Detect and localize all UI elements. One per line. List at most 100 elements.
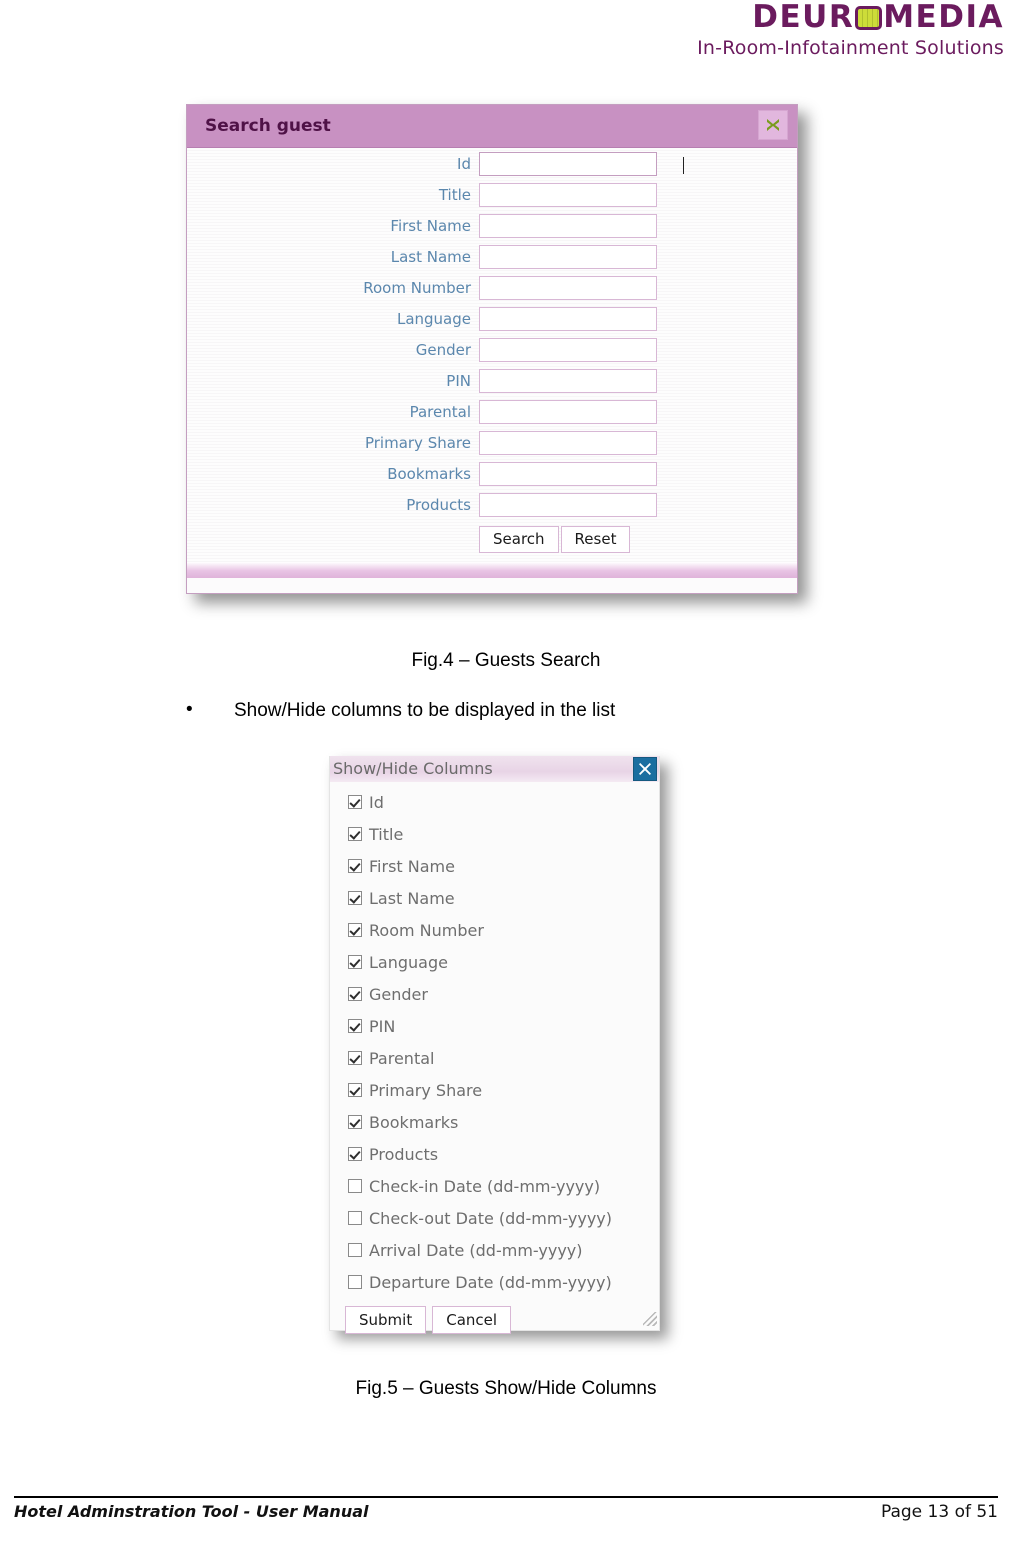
footer-page-number: Page 13 of 51 xyxy=(880,1502,998,1522)
column-checkbox-row[interactable]: Title xyxy=(348,818,659,850)
column-checkbox-row[interactable]: Arrival Date (dd-mm-yyyy) xyxy=(348,1234,659,1266)
page-footer: Hotel Adminstration Tool - User Manual P… xyxy=(0,1484,1012,1542)
show-hide-columns-dialog: Show/Hide Columns Id Title First Name La… xyxy=(329,756,660,1334)
search-dialog-footer-bar xyxy=(187,562,797,578)
brand-wordmark: DEUR MEDIA xyxy=(697,0,1004,34)
search-input-language[interactable] xyxy=(479,306,657,331)
checkbox-checked-icon[interactable] xyxy=(348,859,362,873)
form-row-parental: Parental xyxy=(187,396,797,427)
checkbox-checked-icon[interactable] xyxy=(348,923,362,937)
column-label: PIN xyxy=(369,1016,396,1036)
field-label-title: Title xyxy=(438,185,471,204)
field-label-room-number: Room Number xyxy=(363,278,471,297)
cancel-button[interactable]: Cancel xyxy=(432,1306,512,1334)
checkbox-checked-icon[interactable] xyxy=(348,987,362,1001)
column-checkbox-row[interactable]: Id xyxy=(348,786,659,818)
column-checkbox-row[interactable]: Departure Date (dd-mm-yyyy) xyxy=(348,1266,659,1298)
checkbox-checked-icon[interactable] xyxy=(348,1147,362,1161)
search-dialog-actions: Search Reset xyxy=(187,522,797,556)
search-input-gender[interactable] xyxy=(479,337,657,362)
checkbox-checked-icon[interactable] xyxy=(348,795,362,809)
column-checkbox-row[interactable]: Room Number xyxy=(348,914,659,946)
column-label: Parental xyxy=(369,1048,435,1068)
field-label-parental: Parental xyxy=(409,402,471,421)
column-label: Bookmarks xyxy=(369,1112,459,1132)
checkbox-checked-icon[interactable] xyxy=(348,1051,362,1065)
column-label: Departure Date (dd-mm-yyyy) xyxy=(369,1272,612,1292)
column-checkbox-row[interactable]: Primary Share xyxy=(348,1074,659,1106)
figure-4-caption: Fig.4 – Guests Search xyxy=(411,650,601,671)
brand-logo: DEUR MEDIA In-Room-Infotainment Solution… xyxy=(697,0,1004,58)
column-checkbox-row[interactable]: Parental xyxy=(348,1042,659,1074)
search-input-primary-share[interactable] xyxy=(479,430,657,455)
close-x-icon[interactable] xyxy=(633,757,657,781)
search-guest-dialog: Search guest Id Title First Name Last Na… xyxy=(186,104,798,594)
field-label-gender: Gender xyxy=(415,340,471,359)
column-label: Room Number xyxy=(369,920,484,940)
column-checkbox-row[interactable]: Gender xyxy=(348,978,659,1010)
show-hide-titlebar[interactable]: Show/Hide Columns xyxy=(330,756,659,782)
search-input-parental[interactable] xyxy=(479,399,657,424)
search-input-bookmarks[interactable] xyxy=(479,461,657,486)
field-label-pin: PIN xyxy=(446,371,471,390)
text-caret xyxy=(683,157,684,174)
form-row-bookmarks: Bookmarks xyxy=(187,458,797,489)
column-label: Products xyxy=(369,1144,439,1164)
form-row-pin: PIN xyxy=(187,365,797,396)
form-row-last-name: Last Name xyxy=(187,241,797,272)
column-checkbox-row[interactable]: Last Name xyxy=(348,882,659,914)
checkbox-checked-icon[interactable] xyxy=(348,891,362,905)
checkbox-checked-icon[interactable] xyxy=(348,1019,362,1033)
column-label: Check-in Date (dd-mm-yyyy) xyxy=(369,1176,601,1196)
column-checkbox-row[interactable]: Language xyxy=(348,946,659,978)
form-row-products: Products xyxy=(187,489,797,520)
field-label-id: Id xyxy=(457,154,471,173)
column-checkbox-row[interactable]: Bookmarks xyxy=(348,1106,659,1138)
show-hide-dialog-actions: Submit Cancel xyxy=(345,1306,659,1334)
search-input-title[interactable] xyxy=(479,182,657,207)
field-label-last-name: Last Name xyxy=(390,247,471,266)
column-checkbox-row[interactable]: Check-in Date (dd-mm-yyyy) xyxy=(348,1170,659,1202)
column-checkbox-row[interactable]: Products xyxy=(348,1138,659,1170)
reset-button[interactable]: Reset xyxy=(560,525,631,553)
search-input-last-name[interactable] xyxy=(479,244,657,269)
checkbox-unchecked-icon[interactable] xyxy=(348,1275,362,1289)
checkbox-unchecked-icon[interactable] xyxy=(348,1243,362,1257)
search-input-first-name[interactable] xyxy=(479,213,657,238)
column-checkbox-row[interactable]: First Name xyxy=(348,850,659,882)
form-row-language: Language xyxy=(187,303,797,334)
checkbox-checked-icon[interactable] xyxy=(348,1083,362,1097)
checkbox-unchecked-icon[interactable] xyxy=(348,1211,362,1225)
brand-name-after: MEDIA xyxy=(883,0,1004,35)
search-guest-titlebar[interactable]: Search guest xyxy=(187,105,797,148)
checkbox-unchecked-icon[interactable] xyxy=(348,1179,362,1193)
field-label-primary-share: Primary Share xyxy=(364,433,471,452)
checkbox-checked-icon[interactable] xyxy=(348,955,362,969)
field-label-bookmarks: Bookmarks xyxy=(387,464,471,483)
form-row-primary-share: Primary Share xyxy=(187,427,797,458)
bullet-marker-icon: • xyxy=(186,699,193,720)
search-button[interactable]: Search xyxy=(479,525,559,553)
form-row-first-name: First Name xyxy=(187,210,797,241)
search-input-id[interactable] xyxy=(479,151,657,176)
field-label-products: Products xyxy=(406,495,471,514)
search-input-pin[interactable] xyxy=(479,368,657,393)
search-guest-form: Id Title First Name Last Name Room Numbe… xyxy=(187,148,797,578)
grid-square-icon xyxy=(855,6,883,30)
column-checkbox-row[interactable]: PIN xyxy=(348,1010,659,1042)
close-x-icon[interactable] xyxy=(758,110,788,140)
column-checkbox-row[interactable]: Check-out Date (dd-mm-yyyy) xyxy=(348,1202,659,1234)
brand-name-before: DEUR xyxy=(752,0,855,35)
page-header: DEUR MEDIA In-Room-Infotainment Solution… xyxy=(0,0,1012,66)
footer-document-title: Hotel Adminstration Tool - User Manual xyxy=(14,1502,369,1521)
form-row-room-number: Room Number xyxy=(187,272,797,303)
show-hide-title: Show/Hide Columns xyxy=(333,759,493,778)
column-label: Arrival Date (dd-mm-yyyy) xyxy=(369,1240,583,1260)
checkbox-checked-icon[interactable] xyxy=(348,827,362,841)
search-input-products[interactable] xyxy=(479,492,657,517)
checkbox-checked-icon[interactable] xyxy=(348,1115,362,1129)
submit-button[interactable]: Submit xyxy=(345,1306,427,1334)
resize-grip-icon[interactable] xyxy=(643,1312,657,1326)
search-input-room-number[interactable] xyxy=(479,275,657,300)
form-row-title: Title xyxy=(187,179,797,210)
